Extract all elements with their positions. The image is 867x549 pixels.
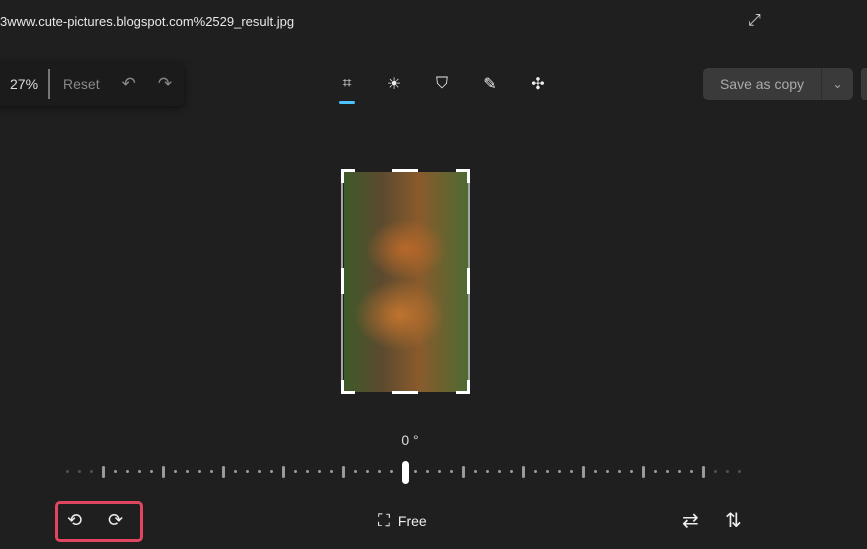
- slider-minor-tick: [366, 470, 369, 473]
- slider-major-tick: [342, 466, 345, 478]
- slider-minor-tick: [666, 470, 669, 473]
- slider-minor-tick: [294, 470, 297, 473]
- slider-minor-tick: [186, 470, 189, 473]
- save-label: Save as copy: [703, 68, 822, 100]
- slider-minor-tick: [726, 470, 729, 473]
- markup-pen-icon[interactable]: ✎: [478, 72, 502, 96]
- slider-major-tick: [162, 466, 165, 478]
- brightness-icon[interactable]: ☀: [382, 72, 406, 96]
- slider-minor-tick: [594, 470, 597, 473]
- slider-minor-tick: [714, 470, 717, 473]
- slider-minor-tick: [270, 470, 273, 473]
- crop-handle-tr[interactable]: [456, 169, 470, 183]
- crop-handle-br[interactable]: [456, 380, 470, 394]
- slider-major-tick: [582, 466, 585, 478]
- slider-thumb[interactable]: [402, 461, 409, 484]
- slider-minor-tick: [630, 470, 633, 473]
- slider-minor-tick: [66, 470, 69, 473]
- zoom-level[interactable]: 27%: [10, 76, 38, 92]
- slider-minor-tick: [606, 470, 609, 473]
- rotate-right-icon[interactable]: ⟳: [108, 510, 123, 531]
- redo-icon[interactable]: ↷: [158, 74, 172, 94]
- crop-handle-right[interactable]: [467, 268, 470, 294]
- crop-handle-bl[interactable]: [341, 380, 355, 394]
- crop-handle-bottom[interactable]: [392, 391, 418, 394]
- slider-minor-tick: [378, 470, 381, 473]
- window-title: 3www.cute-pictures.blogspot.com%2529_res…: [0, 14, 295, 29]
- rotation-angle: 0 °: [401, 432, 419, 448]
- slider-minor-tick: [510, 470, 513, 473]
- rotate-left-icon[interactable]: ⟲: [67, 510, 82, 531]
- slider-minor-tick: [486, 470, 489, 473]
- slider-minor-tick: [498, 470, 501, 473]
- slider-major-tick: [702, 466, 705, 478]
- slider-minor-tick: [258, 470, 261, 473]
- slider-minor-tick: [474, 470, 477, 473]
- crop-tool-icon[interactable]: ⌗: [335, 72, 359, 96]
- slider-minor-tick: [438, 470, 441, 473]
- slider-minor-tick: [150, 470, 153, 473]
- slider-minor-tick: [690, 470, 693, 473]
- slider-minor-tick: [618, 470, 621, 473]
- slider-minor-tick: [426, 470, 429, 473]
- slider-minor-tick: [306, 470, 309, 473]
- filter-brush-icon[interactable]: ⛉: [430, 72, 454, 96]
- slider-major-tick: [282, 466, 285, 478]
- slider-major-tick: [522, 466, 525, 478]
- slider-minor-tick: [174, 470, 177, 473]
- slider-minor-tick: [198, 470, 201, 473]
- slider-minor-tick: [654, 470, 657, 473]
- slider-minor-tick: [78, 470, 81, 473]
- slider-major-tick: [642, 466, 645, 478]
- slider-minor-tick: [546, 470, 549, 473]
- aspect-ratio-button[interactable]: ⛶ Free: [378, 511, 427, 531]
- slider-minor-tick: [534, 470, 537, 473]
- zoom-toolbar: 27% Reset ↶ ↷: [0, 62, 184, 106]
- slider-minor-tick: [114, 470, 117, 473]
- crop-handle-top[interactable]: [392, 169, 418, 172]
- retouch-icon[interactable]: ✣: [526, 72, 550, 96]
- crop-handle-tl[interactable]: [341, 169, 355, 183]
- active-tab-indicator: [339, 101, 355, 104]
- photo-preview-tigers: [344, 172, 468, 392]
- reset-button[interactable]: Reset: [63, 76, 100, 92]
- slider-minor-tick: [126, 470, 129, 473]
- slider-minor-tick: [138, 470, 141, 473]
- slider-minor-tick: [330, 470, 333, 473]
- slider-minor-tick: [414, 470, 417, 473]
- slider-minor-tick: [246, 470, 249, 473]
- chevron-down-icon[interactable]: ⌄: [822, 77, 853, 91]
- aspect-ratio-label: Free: [397, 513, 427, 529]
- save-as-copy-button[interactable]: Save as copy ⌄: [703, 68, 853, 100]
- slider-minor-tick: [450, 470, 453, 473]
- slider-minor-tick: [678, 470, 681, 473]
- slider-minor-tick: [354, 470, 357, 473]
- fullscreen-icon[interactable]: ⤢: [748, 12, 766, 30]
- slider-minor-tick: [570, 470, 573, 473]
- flip-horizontal-icon[interactable]: ⇄: [682, 508, 699, 533]
- slider-major-tick: [102, 466, 105, 478]
- aspect-ratio-icon: ⛶: [378, 511, 390, 530]
- slider-minor-tick: [390, 470, 393, 473]
- divider: [48, 69, 51, 99]
- slider-minor-tick: [318, 470, 321, 473]
- slider-minor-tick: [234, 470, 237, 473]
- slider-minor-tick: [210, 470, 213, 473]
- undo-icon[interactable]: ↶: [122, 74, 136, 94]
- more-button[interactable]: [861, 68, 867, 100]
- slider-minor-tick: [558, 470, 561, 473]
- slider-major-tick: [462, 466, 465, 478]
- crop-handle-left[interactable]: [341, 268, 344, 294]
- slider-minor-tick: [90, 470, 93, 473]
- flip-vertical-icon[interactable]: ⇅: [725, 508, 742, 533]
- slider-minor-tick: [738, 470, 741, 473]
- slider-major-tick: [222, 466, 225, 478]
